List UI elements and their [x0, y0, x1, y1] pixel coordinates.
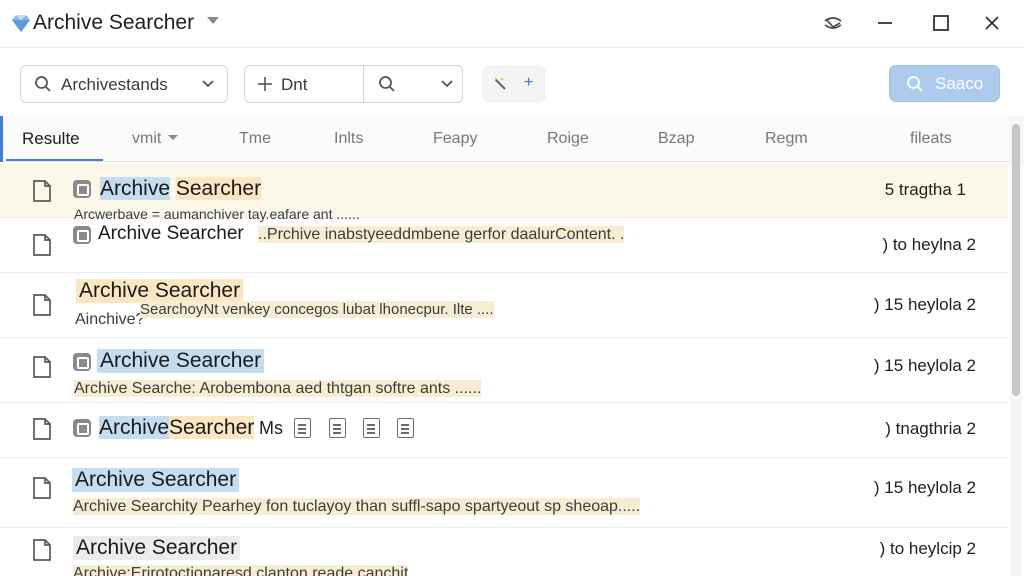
active-column-indicator [0, 116, 3, 162]
column-regm[interactable]: Regm [765, 130, 808, 148]
result-title: Archive Searcher [72, 468, 240, 492]
result-snippet-text: SearchoyNt venkey concegos lubat lhonecp… [140, 301, 494, 318]
archive-chip-icon [73, 180, 91, 198]
archive-chip-icon [73, 419, 91, 437]
result-row[interactable]: Archive Searcher ..Prchive inabstyeeddmb… [0, 218, 1008, 273]
result-snippet: ..Prchive inabstyeeddmbene gerfor daalur… [258, 226, 625, 244]
maximize-button[interactable] [924, 8, 958, 38]
result-row[interactable]: Archive Searcher Archive Searchity Pearh… [0, 458, 1008, 528]
result-title-part-a: Archive [99, 416, 170, 439]
diamond-logo-icon [12, 15, 30, 32]
result-meta: ) tnagthria 2 [885, 419, 976, 438]
wand-icon [495, 77, 506, 90]
attachment-icon[interactable] [329, 418, 346, 438]
filter-field-value: Dnt [281, 75, 308, 94]
result-row[interactable]: Archive Searcher Arcwerbave = aumanchive… [0, 163, 1008, 222]
document-icon [33, 418, 51, 440]
search-icon [907, 76, 923, 92]
result-row[interactable]: Archive Searcher Archive:Erirotoctionare… [0, 528, 1008, 576]
plus-icon [258, 77, 272, 91]
result-row[interactable]: ArchiveSearcher Ms ) tnagthria 2 [0, 403, 1008, 458]
document-icon [33, 180, 51, 202]
column-inlts[interactable]: Inlts [334, 130, 363, 148]
result-meta: ) 15 heylola 2 [873, 356, 976, 375]
column-tme[interactable]: Tme [239, 130, 271, 148]
chevron-down-icon[interactable] [207, 17, 219, 24]
document-icon [33, 539, 51, 561]
document-icon [33, 234, 51, 256]
column-roige[interactable]: Roige [547, 130, 589, 148]
search-icon[interactable] [378, 75, 396, 93]
attachment-icon[interactable] [294, 418, 311, 438]
result-title-part-a: Archive [100, 177, 171, 200]
minimize-icon [878, 22, 892, 24]
chevron-down-icon [202, 80, 214, 88]
maximize-icon [933, 15, 949, 31]
result-title: Archive Searcher [98, 223, 244, 244]
document-icon [33, 477, 51, 499]
search-icon [35, 76, 51, 92]
column-bzap[interactable]: Bzap [658, 130, 694, 148]
toolbar: Archivestands Dnt + Saaco [0, 48, 1024, 116]
search-button[interactable]: Saaco [889, 65, 1000, 102]
result-meta: ) 15 heylola 2 [873, 295, 976, 314]
sync-icon [824, 17, 842, 29]
result-title-part-b: Searcher [175, 177, 262, 200]
vertical-scrollbar[interactable] [1010, 116, 1022, 576]
result-meta: ) to heylna 2 [882, 235, 976, 254]
tool-plus-label: + [524, 74, 534, 91]
result-snippet-text: Archive Searchity Pearhey fon tuclayoy t… [73, 498, 641, 515]
search-button-label: Saaco [935, 74, 984, 93]
sync-button[interactable] [816, 8, 850, 38]
result-meta: ) 15 heylola 2 [873, 478, 976, 497]
document-icon [33, 294, 51, 316]
column-vmit-label: vmit [132, 130, 162, 147]
column-feapy[interactable]: Feapy [433, 130, 477, 148]
result-row[interactable]: Archive Searcher Archive Searche: Arobem… [0, 338, 1008, 403]
result-snippet: Archive Searche: Arobembona aed thtgan s… [74, 380, 482, 398]
close-button[interactable] [975, 8, 1009, 38]
result-snippet-text: Archive Searche: Arobembona aed thtgan s… [74, 380, 482, 397]
result-snippet-prefix: Ainchive? [75, 311, 145, 328]
result-snippet-text: ..Prchive inabstyeeddmbene gerfor daalur… [258, 226, 625, 243]
column-header-bar: Resulte vmit Tme Inlts Feapy Roige Bzap … [0, 116, 1024, 162]
app-title[interactable]: Archive Searcher [33, 11, 194, 35]
magic-tool-button[interactable]: + [482, 65, 546, 103]
result-title: ArchiveSearcher [96, 416, 257, 440]
result-snippet-text: Archive:Erirotoctionaresd clanton reade … [73, 565, 409, 576]
result-title: Archive Searcher [97, 349, 265, 373]
scope-select-value: Archivestands [61, 75, 168, 94]
column-fileats[interactable]: fileats [910, 130, 952, 148]
result-row[interactable]: Archive Searcher Ainchive? SearchoyNt ve… [0, 273, 1008, 338]
filter-field[interactable]: Dnt [244, 65, 463, 103]
result-meta: ) to heylcip 2 [879, 539, 976, 558]
attachment-icon[interactable] [397, 418, 414, 438]
scope-select[interactable]: Archivestands [20, 65, 228, 103]
minimize-button[interactable] [868, 8, 902, 38]
chevron-down-icon [168, 135, 179, 140]
document-icon [33, 356, 51, 378]
column-results[interactable]: Resulte [22, 129, 80, 149]
archive-chip-icon [73, 226, 91, 244]
result-meta: 5 tragtha 1 [884, 180, 966, 199]
title-bar: Archive Searcher [0, 0, 1024, 48]
close-icon [985, 16, 999, 30]
result-suffix: Ms [259, 418, 283, 438]
result-snippet: Archive Searchity Pearhey fon tuclayoy t… [73, 498, 641, 516]
result-snippet: Archive:Erirotoctionaresd clanton reade … [73, 565, 409, 576]
result-title-part-b: Searcher [169, 416, 255, 439]
chevron-down-icon[interactable] [440, 79, 454, 89]
attachment-icon[interactable] [363, 418, 380, 438]
results-list: Archive Searcher Arcwerbave = aumanchive… [0, 163, 1008, 576]
result-title: Archive Searcher [97, 177, 264, 201]
field-divider [363, 66, 364, 102]
archive-chip-icon [73, 353, 91, 371]
active-tab-underline [6, 159, 103, 161]
result-title: Archive Searcher [76, 279, 244, 303]
result-title: Archive Searcher [73, 536, 241, 560]
result-snippet: SearchoyNt venkey concegos lubat lhonecp… [140, 301, 494, 318]
column-vmit[interactable]: vmit [132, 130, 179, 148]
scrollbar-thumb[interactable] [1012, 124, 1020, 396]
